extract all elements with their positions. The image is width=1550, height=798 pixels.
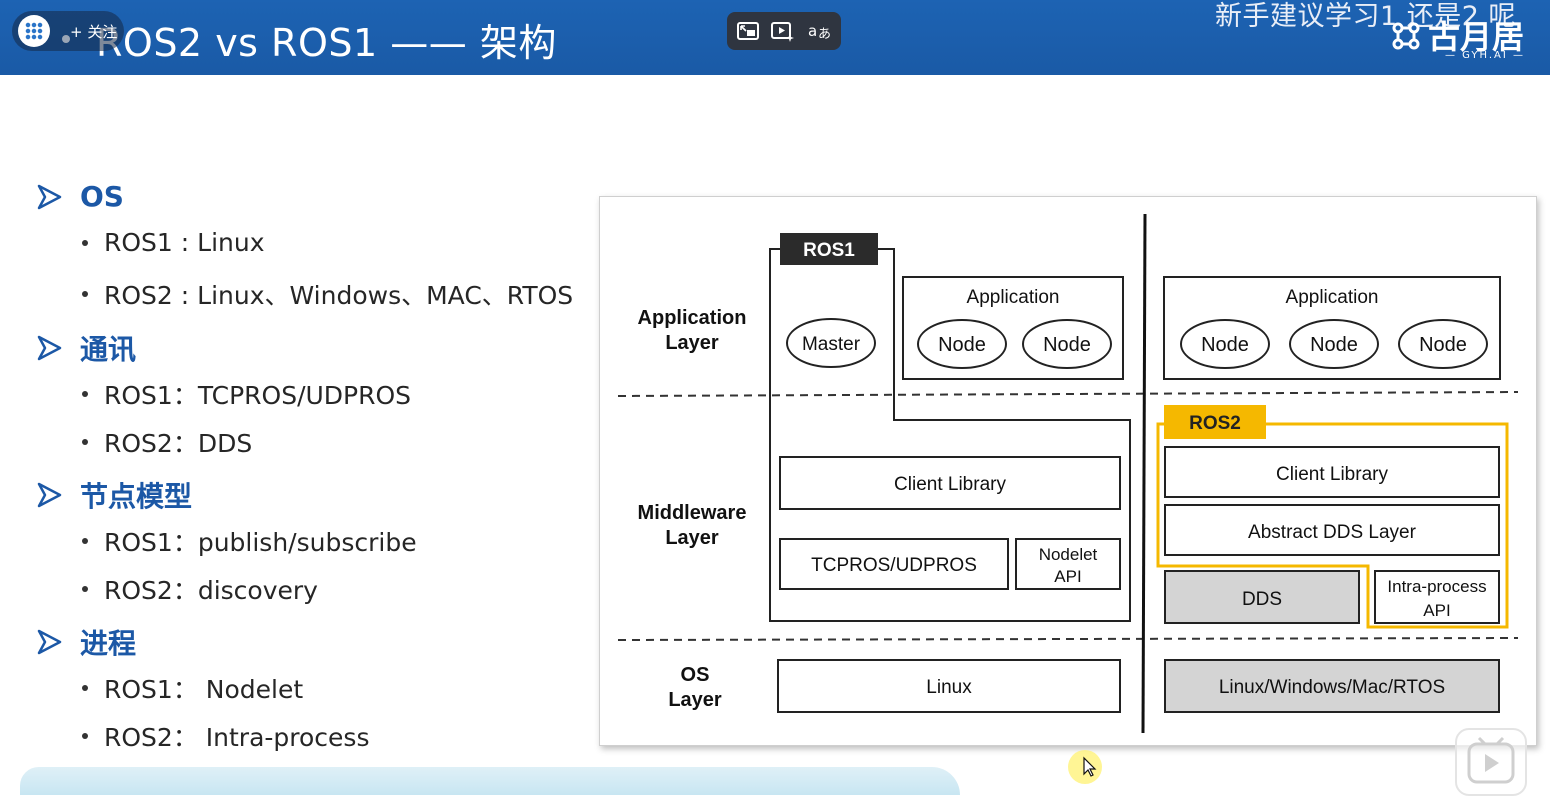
ros2-application-label: Application: [1286, 287, 1379, 308]
ros1-transport-label: TCPROS/UDPROS: [811, 555, 977, 576]
list-item: ROS1 : Linux: [82, 228, 265, 257]
label-os-layer: OS Layer: [668, 664, 722, 711]
decorative-wave: [20, 767, 960, 795]
section-os: OS: [36, 180, 124, 213]
follow-button[interactable]: + 关注: [12, 11, 124, 51]
section-title: 进程: [80, 627, 137, 660]
divider-middleware-os: [617, 637, 1519, 641]
center-divider: [1141, 213, 1147, 734]
list-item: ROS2：discovery: [82, 571, 318, 607]
label-middleware-layer: Middleware Layer: [638, 502, 747, 549]
list-item: ROS1：TCPROS/UDPROS: [82, 376, 411, 412]
ros2-dds-label: DDS: [1242, 589, 1282, 610]
ai-play-icon[interactable]: [769, 18, 795, 44]
section-process: 进程: [36, 622, 136, 662]
ros2-tag-label: ROS2: [1189, 413, 1241, 434]
logo-subtitle: — GYH.AI —: [1445, 50, 1526, 61]
follow-label[interactable]: + 关注: [70, 21, 117, 42]
ros1-master-label: Master: [802, 334, 861, 355]
play-icon: [1467, 736, 1515, 784]
arrow-marker-icon: [37, 335, 62, 361]
arrow-marker-icon: [37, 482, 62, 508]
ros1-os-label: Linux: [926, 677, 972, 698]
ros2-abstract-dds-label: Abstract DDS Layer: [1248, 522, 1417, 543]
svg-text:a: a: [808, 22, 817, 40]
play-button[interactable]: [1455, 728, 1527, 796]
logo-wordmark: 古月居: [1428, 18, 1524, 54]
ros2-node-label: Node: [1310, 334, 1358, 356]
video-toolbar: aあ: [727, 12, 841, 50]
section-title: 节点模型: [80, 480, 193, 513]
ros2-client-library-label: Client Library: [1276, 464, 1388, 485]
avatar[interactable]: [18, 15, 50, 47]
section-node-model: 节点模型: [36, 475, 192, 515]
translate-icon[interactable]: aあ: [807, 18, 833, 44]
svg-text:あ: あ: [818, 27, 831, 42]
section-title: 通讯: [80, 333, 137, 366]
ros1-application-label: Application: [967, 287, 1060, 308]
ros2-node-label: Node: [1419, 334, 1467, 356]
list-item: ROS1：publish/subscribe: [82, 523, 417, 559]
ros2-os-label: Linux/Windows/Mac/RTOS: [1219, 677, 1445, 698]
ros2-node-label: Node: [1201, 334, 1249, 356]
architecture-diagram: Application Layer Middleware Layer OS Layer…: [599, 196, 1537, 746]
section-communication: 通讯: [36, 328, 136, 368]
list-item: ROS2： Intra-process: [82, 718, 369, 754]
list-item: ROS2 : Linux、Windows、MAC、RTOS: [82, 276, 573, 312]
list-item: ROS2：DDS: [82, 424, 252, 460]
divider-app-middleware: [617, 391, 1519, 397]
pip-icon[interactable]: [735, 18, 761, 44]
ros1-node-label: Node: [1043, 334, 1091, 356]
ros1-tag-label: ROS1: [803, 240, 855, 261]
ros1-node-label: Node: [938, 334, 986, 356]
slide-title: ROS2 vs ROS1 —— 架构: [96, 21, 557, 65]
section-title: OS: [80, 180, 124, 213]
arrow-marker-icon: [37, 184, 62, 209]
arrow-marker-icon: [37, 629, 62, 655]
status-dot: [62, 35, 70, 43]
mouse-cursor-icon: [1066, 746, 1106, 790]
slide-header: ROS2 vs ROS1 —— 架构 新手建议学习1 还是2 呢 + 关注 aあ…: [0, 0, 1550, 75]
list-item: ROS1： Nodelet: [82, 670, 303, 706]
label-application-layer: Application Layer: [638, 307, 747, 354]
ros1-client-library-label: Client Library: [894, 474, 1006, 495]
